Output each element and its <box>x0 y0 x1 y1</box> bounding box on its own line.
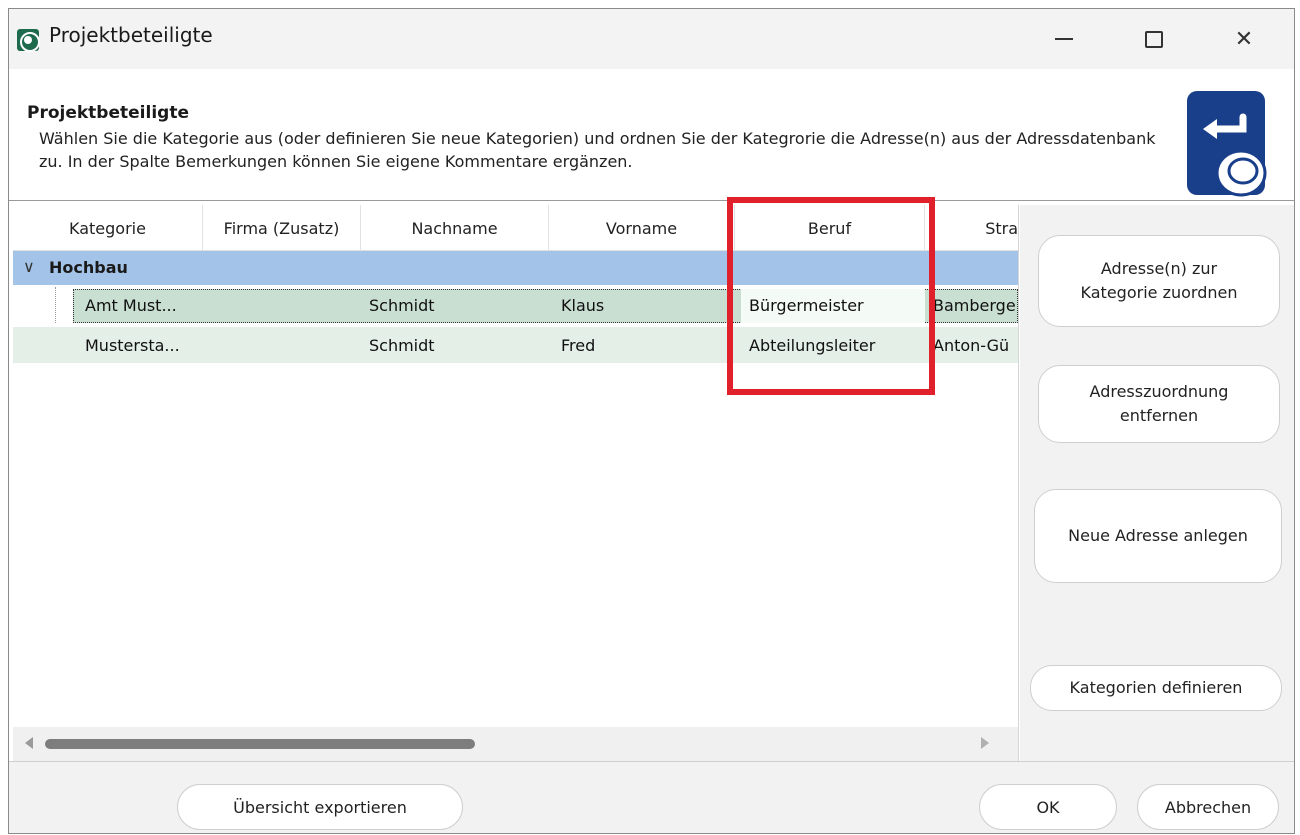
remove-assignment-button[interactable]: Adresszuordnung entfernen <box>1038 365 1280 443</box>
cell-strasse: Bamberge <box>933 296 1016 315</box>
column-header-strasse[interactable]: Stra <box>925 205 1018 251</box>
tree-connector <box>55 287 56 323</box>
assign-address-button[interactable]: Adresse(n) zur Kategorie zuordnen <box>1038 235 1280 327</box>
column-header-vorname[interactable]: Vorname <box>549 205 735 251</box>
export-overview-button[interactable]: Übersicht exportieren <box>177 784 463 830</box>
participants-grid[interactable]: Kategorie Firma (Zusatz) Nachname Vornam… <box>13 205 1019 761</box>
scroll-thumb[interactable] <box>45 739 475 749</box>
title-bar: Projektbeteiligte ✕ <box>9 9 1294 69</box>
chevron-down-icon[interactable]: ∨ <box>23 257 35 276</box>
column-header-kategorie[interactable]: Kategorie <box>13 205 203 251</box>
close-button[interactable]: ✕ <box>1199 9 1289 69</box>
maximize-button[interactable] <box>1109 9 1199 69</box>
table-row[interactable]: Mustersta... Schmidt Fred Abteilungsleit… <box>13 327 1018 363</box>
group-row-hochbau[interactable]: ∨ Hochbau <box>13 251 1018 285</box>
close-icon: ✕ <box>1234 26 1254 52</box>
cell-beruf: Bürgermeister <box>741 289 925 323</box>
minimize-button[interactable] <box>1019 9 1109 69</box>
column-header-nachname[interactable]: Nachname <box>361 205 549 251</box>
dialog-header: Projektbeteiligte Wählen Sie die Kategor… <box>9 69 1294 201</box>
column-header-firma[interactable]: Firma (Zusatz) <box>203 205 361 251</box>
dialog-footer: Übersicht exportieren OK Abbrechen <box>9 761 1294 833</box>
cell-nachname: Schmidt <box>369 336 435 355</box>
cell-vorname: Fred <box>561 336 596 355</box>
table-row[interactable]: Amt Must... Schmidt Klaus Bürgermeister … <box>13 287 1018 323</box>
cell-kategorie: Mustersta... <box>85 336 180 355</box>
cell-nachname: Schmidt <box>369 296 435 315</box>
app-icon <box>17 29 40 52</box>
minimize-icon <box>1055 38 1073 40</box>
maximize-icon <box>1145 30 1163 48</box>
define-categories-button[interactable]: Kategorien definieren <box>1030 665 1282 711</box>
ok-button[interactable]: OK <box>979 784 1117 830</box>
grid-header: Kategorie Firma (Zusatz) Nachname Vornam… <box>13 205 1018 251</box>
scroll-right-arrow-icon[interactable] <box>981 737 989 749</box>
window-title: Projektbeteiligte <box>49 23 213 47</box>
cell-strasse: Anton-Gü <box>933 336 1010 355</box>
header-title: Projektbeteiligte <box>27 103 189 123</box>
cancel-button[interactable]: Abbrechen <box>1137 784 1279 830</box>
cell-vorname: Klaus <box>561 296 605 315</box>
enter-key-hand-icon <box>1187 91 1267 197</box>
dialog-window: Projektbeteiligte ✕ Projektbeteiligte Wä… <box>8 8 1295 834</box>
cell-beruf: Abteilungsleiter <box>749 336 876 355</box>
group-label: Hochbau <box>49 258 128 277</box>
cell-kategorie: Amt Must... <box>85 296 177 315</box>
new-address-button[interactable]: Neue Adresse anlegen <box>1034 489 1282 583</box>
scroll-left-arrow-icon[interactable] <box>25 737 33 749</box>
column-header-beruf[interactable]: Beruf <box>735 205 925 251</box>
horizontal-scrollbar[interactable] <box>13 727 1018 761</box>
header-description: Wählen Sie die Kategorie aus (oder defin… <box>39 129 1156 171</box>
side-panel: Adresse(n) zur Kategorie zuordnen Adress… <box>1020 205 1294 761</box>
